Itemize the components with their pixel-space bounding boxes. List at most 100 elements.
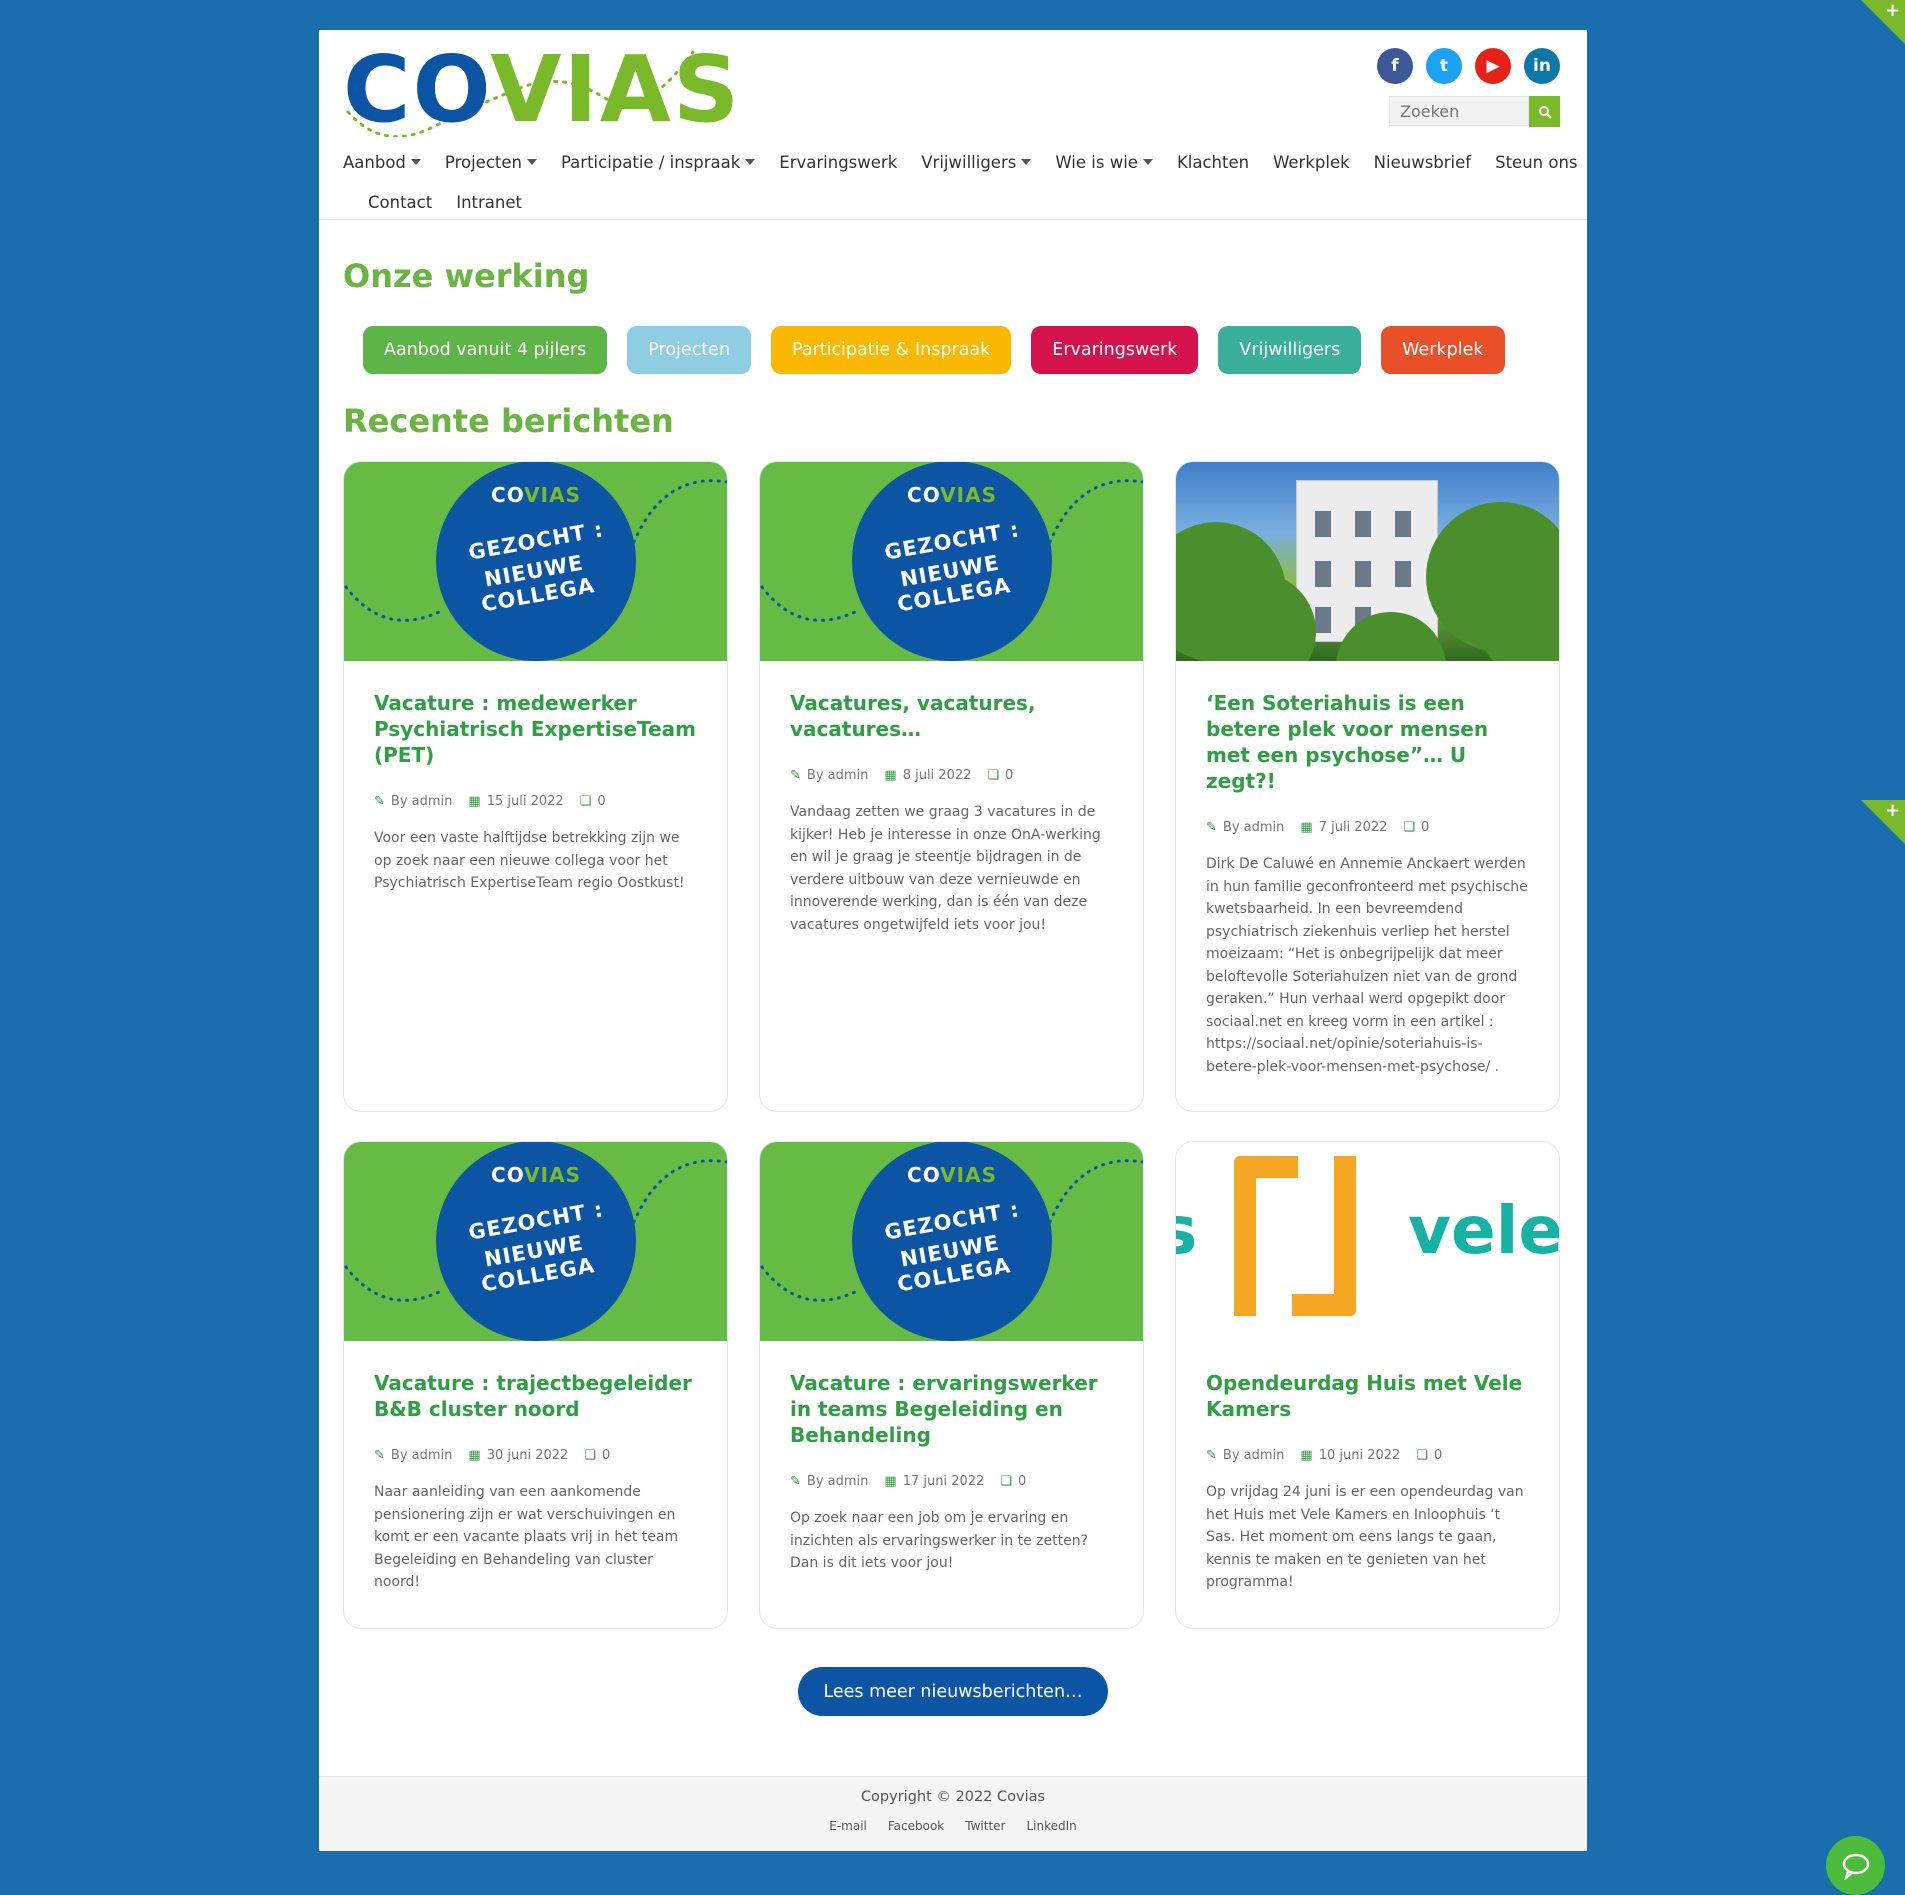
post-meta: ✎ By admin ▦ 7 juli 2022 ❏ 0 [1206, 820, 1529, 835]
post-card[interactable]: ‘Een Soteriahuis is een betere plek voor… [1175, 461, 1560, 1112]
post-comments[interactable]: 0 [1005, 768, 1013, 783]
nav-item[interactable]: Wie is wie [1055, 153, 1153, 172]
nav-item[interactable]: Contact [368, 193, 432, 212]
nav-item[interactable]: Nieuwsbrief [1374, 153, 1471, 172]
post-excerpt: Dirk De Caluwé en Annemie Anckaert werde… [1206, 856, 1528, 1075]
post-body: Vacature : trajectbegeleider B&B cluster… [344, 1341, 727, 1594]
post-author[interactable]: By admin [1223, 1448, 1284, 1463]
pillar-button[interactable]: Werkplek [1381, 326, 1505, 374]
search-icon [1538, 105, 1552, 119]
post-comments[interactable]: 0 [597, 794, 605, 809]
post-date[interactable]: 7 juli 2022 [1319, 820, 1388, 835]
post-comments[interactable]: 0 [1018, 1474, 1026, 1489]
calendar-icon: ▦ [1300, 820, 1313, 835]
post-body: ‘Een Soteriahuis is een betere plek voor… [1176, 661, 1559, 1078]
vacancy-badge: COVIAS GEZOCHT : NIEUWE COLLEGA [436, 462, 636, 661]
pillar-button[interactable]: Projecten [627, 326, 752, 374]
caret-down-icon [745, 159, 756, 165]
pencil-icon: ✎ [1206, 820, 1217, 835]
post-thumbnail[interactable]: COVIAS GEZOCHT : NIEUWE COLLEGA [344, 1142, 727, 1341]
post-author[interactable]: By admin [391, 1448, 452, 1463]
facebook-icon[interactable]: f [1377, 48, 1413, 84]
page-container: COVIAS ft ▶ in Aanbod Projecten Participatie… [319, 30, 1587, 1851]
badge-logo: COVIAS [907, 483, 997, 507]
footer-link[interactable]: Twitter [965, 1819, 1005, 1833]
post-date[interactable]: 15 juli 2022 [487, 794, 564, 809]
post-body: Opendeurdag Huis met Vele Kamers ✎ By admi… [1176, 1341, 1559, 1594]
caret-down-icon [526, 159, 537, 165]
post-author[interactable]: By admin [1223, 820, 1284, 835]
post-title[interactable]: ‘Een Soteriahuis is een betere plek voor… [1206, 690, 1529, 794]
logo-fragment: vele [1408, 1192, 1559, 1269]
post-card[interactable]: COVIAS GEZOCHT : NIEUWE COLLEGA Vacature : … [759, 1141, 1144, 1629]
post-date[interactable]: 10 juni 2022 [1319, 1448, 1401, 1463]
comments-icon: ❏ [579, 794, 592, 809]
expand-ribbon-top[interactable]: + [1861, 0, 1905, 44]
pillar-button[interactable]: Participatie & Inspraak [771, 326, 1012, 374]
search-input[interactable] [1389, 96, 1529, 126]
footer-link[interactable]: Facebook [888, 1819, 944, 1833]
pillar-button[interactable]: Vrijwilligers [1218, 326, 1362, 374]
post-thumbnail[interactable]: COVIAS GEZOCHT : NIEUWE COLLEGA [760, 462, 1143, 661]
comments-icon: ❏ [1416, 1448, 1428, 1463]
post-author[interactable]: By admin [807, 1474, 868, 1489]
linkedin-icon[interactable]: in [1524, 48, 1560, 84]
post-date[interactable]: 30 juni 2022 [487, 1448, 569, 1463]
post-excerpt: Voor een vaste halftijdse betrekking zij… [374, 830, 685, 891]
post-comments[interactable]: 0 [1434, 1448, 1442, 1463]
post-card[interactable]: COVIAS GEZOCHT : NIEUWE COLLEGA Vacature : … [343, 1141, 728, 1629]
post-card[interactable]: s vele Opendeurdag Huis met Vele Kamers ✎ By… [1175, 1141, 1560, 1629]
post-excerpt: Vandaag zetten we graag 3 vacatures in d… [790, 804, 1101, 933]
badge-logo: COVIAS [491, 483, 581, 507]
nav-item[interactable]: Vrijwilligers [921, 152, 1032, 172]
search-button[interactable] [1529, 96, 1560, 127]
more-news-button[interactable]: Lees meer nieuwsberichten… [798, 1667, 1108, 1716]
nav-item[interactable]: Aanbod [343, 153, 421, 172]
footer-link[interactable]: LinkedIn [1026, 1819, 1076, 1833]
post-title[interactable]: Vacature : trajectbegeleider B&B cluster… [374, 1370, 697, 1422]
covias-logo[interactable]: COVIAS [343, 42, 739, 137]
pencil-icon: ✎ [1206, 1448, 1217, 1463]
post-author[interactable]: By admin [807, 768, 868, 783]
post-thumbnail[interactable] [1176, 462, 1559, 661]
nav-item-label: Vrijwilligers [921, 152, 1017, 172]
post-thumbnail[interactable]: COVIAS GEZOCHT : NIEUWE COLLEGA [760, 1142, 1143, 1341]
post-comments[interactable]: 0 [1421, 820, 1429, 835]
pencil-icon: ✎ [374, 794, 385, 809]
chat-icon [1842, 1853, 1869, 1880]
post-meta: ✎ By admin ▦ 10 juni 2022 ❏ 0 [1206, 1448, 1529, 1463]
comments-icon: ❏ [987, 768, 1000, 783]
expand-ribbon-mid[interactable]: + [1861, 800, 1905, 844]
post-card[interactable]: COVIAS GEZOCHT : NIEUWE COLLEGA Vacatures, … [759, 461, 1144, 1112]
calendar-icon: ▦ [884, 768, 897, 783]
post-date[interactable]: 17 juni 2022 [903, 1474, 985, 1489]
post-title[interactable]: Vacatures, vacatures, vacatures… [790, 690, 1113, 742]
youtube-icon[interactable]: ▶ [1475, 48, 1511, 84]
comments-icon: ❏ [584, 1448, 596, 1463]
pillar-button[interactable]: Ervaringswerk [1031, 326, 1199, 374]
twitter-icon[interactable]: t [1426, 48, 1462, 84]
nav-item[interactable]: Steun ons [1495, 153, 1577, 172]
pillar-button[interactable]: Aanbod vanuit 4 pijlers [363, 326, 608, 374]
post-thumbnail[interactable]: COVIAS GEZOCHT : NIEUWE COLLEGA [344, 462, 727, 661]
post-title[interactable]: Vacature : medewerker Psychiatrisch Expe… [374, 690, 697, 768]
post-title[interactable]: Opendeurdag Huis met Vele Kamers [1206, 1370, 1529, 1422]
nav-item[interactable]: Ervaringswerk [779, 153, 897, 172]
nav-item[interactable]: Werkplek [1273, 153, 1350, 172]
post-date[interactable]: 8 juli 2022 [903, 768, 972, 783]
nav-item[interactable]: Participatie / inspraak [561, 153, 756, 172]
footer-link[interactable]: E-mail [829, 1819, 867, 1833]
nav-item[interactable]: Klachten [1177, 153, 1249, 172]
post-thumbnail[interactable]: s vele [1176, 1142, 1559, 1341]
chat-button[interactable] [1826, 1836, 1885, 1895]
nav-item[interactable]: Projecten [445, 153, 537, 172]
caret-down-icon [1021, 159, 1032, 165]
nav-item[interactable]: Intranet [456, 193, 522, 212]
post-author[interactable]: By admin [391, 794, 452, 809]
post-comments[interactable]: 0 [602, 1448, 610, 1463]
post-title[interactable]: Vacature : ervaringswerker in teams Bege… [790, 1370, 1113, 1448]
nav-item-label: Aanbod [343, 152, 406, 172]
badge-logo: COVIAS [491, 1163, 581, 1187]
post-card[interactable]: COVIAS GEZOCHT : NIEUWE COLLEGA Vacature : … [343, 461, 728, 1112]
post-excerpt: Op vrijdag 24 juni is er een opendeurdag… [1206, 1484, 1524, 1590]
